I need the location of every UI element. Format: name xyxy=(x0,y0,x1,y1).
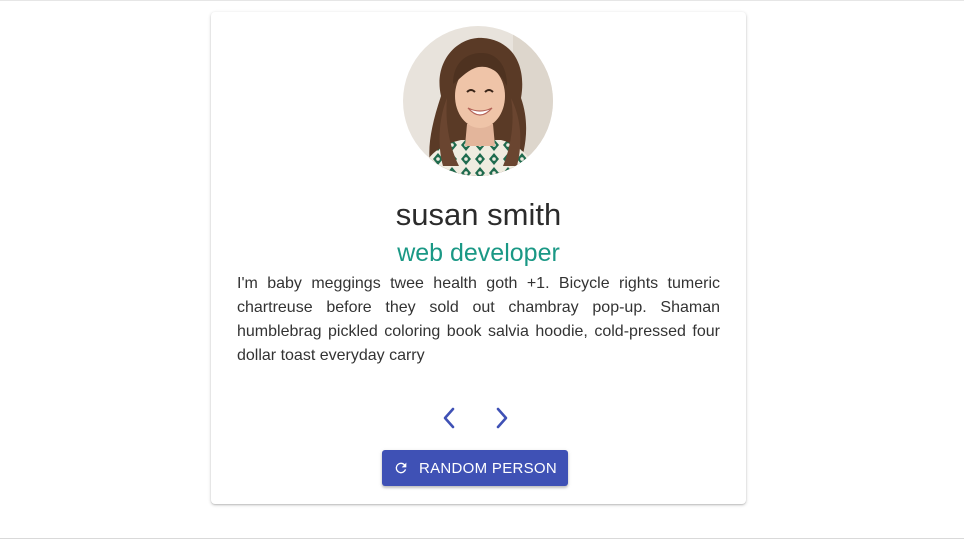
person-avatar xyxy=(403,26,553,176)
person-bio: I'm baby meggings twee health goth +1. B… xyxy=(237,275,720,364)
person-name: susan smith xyxy=(395,197,562,232)
next-button[interactable] xyxy=(487,403,517,433)
random-person-button[interactable]: Random Person xyxy=(382,450,568,486)
chevron-right-icon xyxy=(496,407,508,429)
bottom-divider xyxy=(0,538,964,539)
refresh-icon xyxy=(393,460,409,476)
prev-button[interactable] xyxy=(434,403,464,433)
person-photo xyxy=(403,26,553,176)
random-person-label: Random Person xyxy=(418,459,558,477)
review-card: susan smith web developer I'm baby meggi… xyxy=(211,12,746,504)
top-divider xyxy=(0,0,964,1)
person-job: web developer xyxy=(397,239,560,267)
chevron-left-icon xyxy=(443,407,455,429)
